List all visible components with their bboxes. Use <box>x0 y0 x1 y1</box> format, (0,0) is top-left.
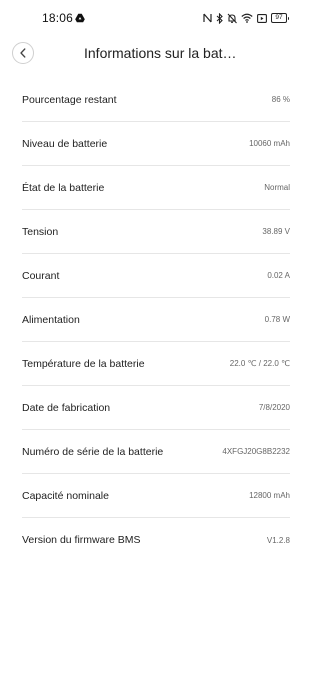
row-label: Niveau de batterie <box>22 137 108 150</box>
info-row-manufacture-date: Date de fabrication 7/8/2020 <box>22 386 290 430</box>
row-value: 0.78 W <box>264 315 290 324</box>
page-header: Informations sur la bat… <box>0 36 305 72</box>
info-row-battery-level: Niveau de batterie 10060 mAh <box>22 122 290 166</box>
chevron-left-icon <box>20 48 26 58</box>
info-row-current: Courant 0.02 A <box>22 254 290 298</box>
google-drive-icon <box>75 13 85 23</box>
info-row-voltage: Tension 38.89 V <box>22 210 290 254</box>
mute-icon <box>227 13 237 23</box>
row-label: Date de fabrication <box>22 401 111 414</box>
row-value: 86 % <box>271 95 290 104</box>
row-value: 4XFGJ20G8B2232 <box>222 447 290 456</box>
cast-icon <box>257 13 267 23</box>
back-button[interactable] <box>12 42 34 64</box>
info-row-serial-number: Numéro de série de la batterie 4XFGJ20G8… <box>22 430 290 474</box>
wifi-icon <box>241 13 253 23</box>
row-label: Numéro de série de la batterie <box>22 445 164 458</box>
row-label: Pourcentage restant <box>22 93 117 106</box>
row-label: État de la batterie <box>22 181 105 194</box>
page-title: Informations sur la bat… <box>84 45 237 61</box>
row-label: Capacité nominale <box>22 489 109 502</box>
info-row-bms-firmware-version: Version du firmware BMS V1.2.8 <box>22 518 290 562</box>
info-row-power: Alimentation 0.78 W <box>22 298 290 342</box>
row-value: 10060 mAh <box>249 139 290 148</box>
bluetooth-icon <box>216 12 223 24</box>
row-value: 22.0 ℃ / 22.0 ℃ <box>229 359 290 368</box>
row-value: V1.2.8 <box>266 535 290 545</box>
info-row-battery-temperature: Température de la batterie 22.0 ℃ / 22.0… <box>22 342 290 386</box>
battery-level: 97 <box>275 14 283 21</box>
row-label: Courant <box>22 269 60 282</box>
info-row-remaining-percentage: Pourcentage restant 86 % <box>22 78 290 122</box>
status-bar: 18:06 97 <box>0 0 305 36</box>
status-time: 18:06 <box>42 11 74 25</box>
info-row-battery-status: État de la batterie Normal <box>22 166 290 210</box>
info-row-nominal-capacity: Capacité nominale 12800 mAh <box>22 474 290 518</box>
row-label: Alimentation <box>22 313 80 326</box>
row-value: 12800 mAh <box>249 491 290 500</box>
row-value: 0.02 A <box>267 271 290 280</box>
row-value: Normal <box>264 183 290 192</box>
row-label: Version du firmware BMS <box>22 534 141 546</box>
row-value: 38.89 V <box>262 227 290 236</box>
row-value: 7/8/2020 <box>258 403 290 412</box>
row-label: Température de la batterie <box>22 357 145 370</box>
row-label: Tension <box>22 225 59 238</box>
status-icons: 97 <box>203 12 289 24</box>
battery-info-list: Pourcentage restant 86 % Niveau de batte… <box>22 78 290 562</box>
battery-icon: 97 <box>271 13 289 23</box>
nfc-icon <box>203 13 212 23</box>
